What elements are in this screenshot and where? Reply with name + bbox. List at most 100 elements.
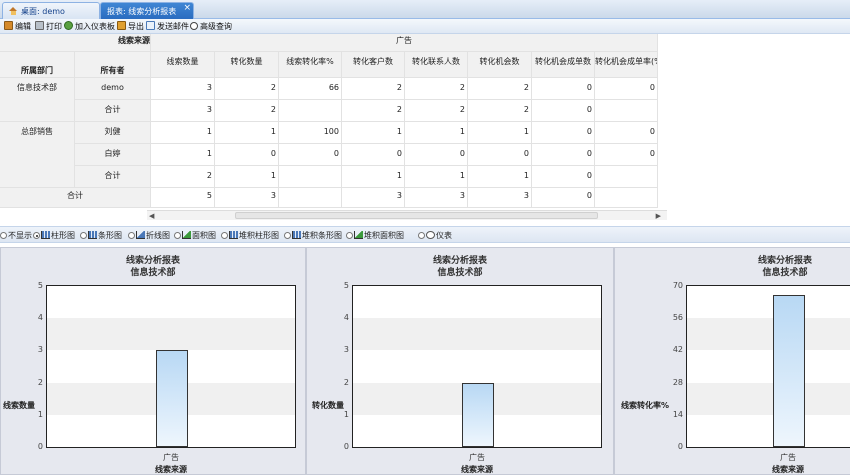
chart-type-option[interactable]: 堆积柱形图 [221,230,279,241]
owner-cell: 合计 [75,100,151,122]
table-cell: 0 [279,144,342,166]
horizontal-scrollbar[interactable]: ◀ ▶ [147,210,667,220]
radio-button[interactable] [0,232,7,239]
y-tick-label: 0 [677,442,683,451]
chart-type-option[interactable]: 折线图 [128,230,170,241]
area-chart-icon [182,231,191,239]
table-cell: 0 [532,188,595,208]
plot-area [352,285,602,448]
tab-desktop[interactable]: 桌面: demo [2,2,100,19]
y-tick-label: 1 [343,409,349,419]
chart-type-label: 堆积柱形图 [239,231,279,240]
column-header[interactable]: 转化联系人数 [405,52,468,78]
y-axis-label: 转化数量 [312,400,344,410]
y-tick-label: 0 [37,442,43,451]
radio-button[interactable] [284,232,291,239]
table-cell: 3 [151,100,215,122]
table-cell: 3 [468,188,532,208]
table-cell: 66 [279,78,342,100]
scroll-right-icon[interactable]: ▶ [656,212,661,220]
email-icon [146,21,155,30]
x-axis-label: 线索来源 [155,465,187,474]
table-cell: 3 [151,78,215,100]
table-cell: 2 [151,166,215,188]
category-label: 广告 [469,453,485,462]
chart-type-option[interactable]: 仪表 [418,230,452,241]
chart-subtitle: 信息技术部 [437,268,483,278]
table-cell: 0 [532,78,595,100]
table-cell [279,100,342,122]
table-cell: 2 [468,78,532,100]
column-header[interactable]: 线索数量 [151,52,215,78]
chart-bar[interactable] [462,382,494,447]
radio-button[interactable] [221,232,228,239]
chart-panel: 线索分析报表 信息技术部 0 14 28 42 56 70 广告 线索来源 线索转化率% [614,247,850,475]
x-axis-label: 线索来源 [772,465,804,474]
send-email-button[interactable]: 发送邮件 [146,21,189,32]
table-cell: 1 [215,122,279,144]
y-tick-label: 5 [343,281,349,290]
chart-type-selector: 不显示 柱形图 条形图 折线图 面积图 堆积柱形图 堆积条形图 堆积面积图 仪表 [0,226,850,243]
chart-bar[interactable] [773,295,805,447]
advanced-query-button[interactable]: 高级查询 [190,21,232,32]
y-tick-label: 14 [672,409,683,419]
y-tick-label: 4 [343,313,349,323]
radio-button[interactable] [128,232,135,239]
chart-type-label: 柱形图 [51,231,75,240]
y-axis-label: 线索数量 [3,400,35,410]
chart-type-option[interactable]: 堆积条形图 [284,230,342,241]
close-icon[interactable]: × [183,3,191,13]
column-chart-icon [41,231,50,239]
toolbar: 编辑 打印 加入仪表板 导出 发送邮件 高级查询 [0,19,850,34]
chart-subtitle: 信息技术部 [130,268,176,278]
column-header[interactable]: 转化客户数 [342,52,405,78]
column-header[interactable]: 转化机会成单率(% [595,52,658,78]
column-header[interactable]: 转化机会数 [468,52,532,78]
table-cell: 1 [151,122,215,144]
table-cell [595,188,658,208]
chart-type-option[interactable]: 条形图 [80,230,122,241]
stacked-column-icon [229,231,238,239]
table-cell: 0 [595,78,658,100]
radio-button[interactable] [418,232,425,239]
chart-panel: 线索分析报表 信息技术部 0 1 2 3 4 5 广告 线索来源 线索数量 [0,247,306,475]
chart-type-option[interactable]: 面积图 [174,230,216,241]
radio-button[interactable] [33,232,40,239]
category-label: 广告 [780,453,796,462]
chart-type-option[interactable]: 不显示 [0,230,32,241]
radio-button[interactable] [346,232,353,239]
table-cell [595,166,658,188]
tab-report[interactable]: 报表: 线索分析报表 × [100,2,194,19]
category-label: 广告 [163,453,179,462]
radio-button[interactable] [174,232,181,239]
tab-label: 桌面: demo [21,7,65,16]
total-label: 合计 [0,188,151,208]
scrollbar-thumb[interactable] [235,212,598,219]
add-to-dashboard-button[interactable]: 加入仪表板 [64,21,115,32]
plot-area [46,285,296,448]
y-tick-label: 2 [37,377,43,387]
radio-button[interactable] [80,232,87,239]
chart-type-label: 折线图 [146,231,170,240]
chart-type-option[interactable]: 柱形图 [33,230,75,241]
chart-type-option[interactable]: 堆积面积图 [346,230,404,241]
export-button[interactable]: 导出 [117,21,144,32]
home-icon [9,7,18,15]
department-cell: 信息技术部 [0,78,75,122]
table-cell: 2 [405,100,468,122]
y-tick-label: 1 [37,409,43,419]
scroll-left-icon[interactable]: ◀ [149,212,154,220]
edit-button[interactable]: 编辑 [4,21,31,32]
gauge-icon [426,231,435,239]
column-header[interactable]: 转化机会成单数 [532,52,595,78]
column-header[interactable]: 线索转化率% [279,52,342,78]
table-cell: 2 [468,100,532,122]
print-button[interactable]: 打印 [35,21,62,32]
table-cell: 1 [342,122,405,144]
table-cell: 0 [532,122,595,144]
table-cell: 1 [468,122,532,144]
chart-bar[interactable] [156,350,188,447]
table-cell: 0 [405,144,468,166]
grid-band [687,382,850,415]
column-header[interactable]: 转化数量 [215,52,279,78]
